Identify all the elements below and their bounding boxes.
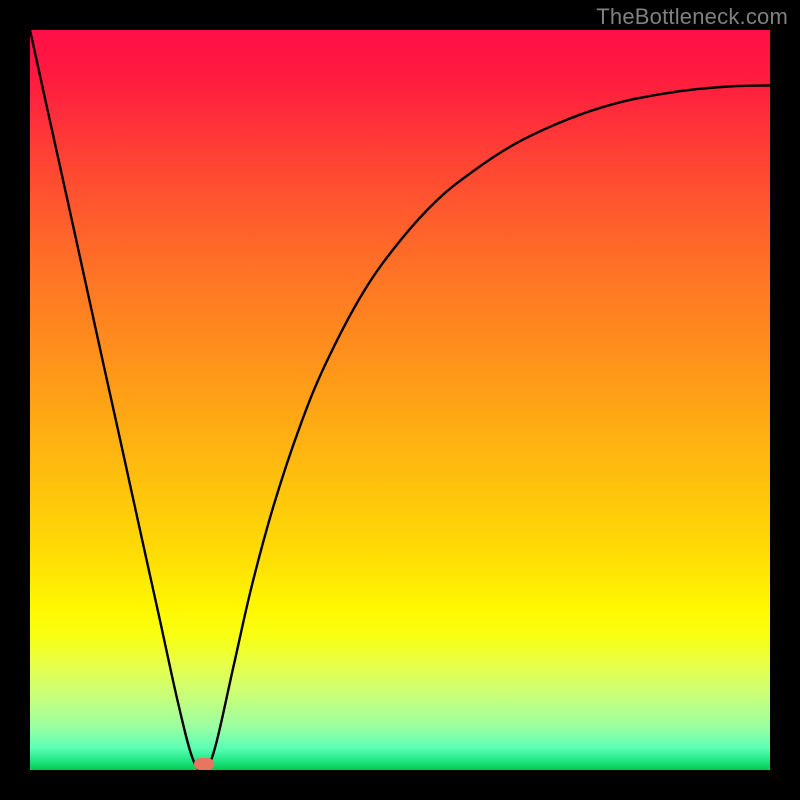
- bottleneck-curve-path: [30, 30, 770, 770]
- plot-area: [30, 30, 770, 770]
- minimum-marker: [194, 758, 214, 770]
- watermark-text: TheBottleneck.com: [596, 4, 788, 30]
- chart-frame: TheBottleneck.com: [0, 0, 800, 800]
- bottleneck-curve: [30, 30, 770, 770]
